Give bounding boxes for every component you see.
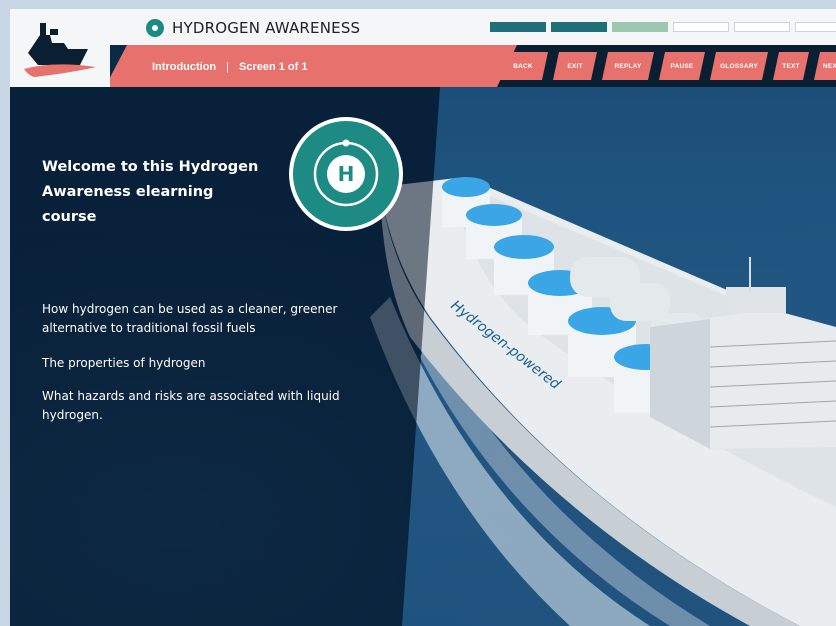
replay-button[interactable]: REPLAY [602, 52, 654, 80]
progress-segment [490, 22, 546, 32]
glossary-button[interactable]: GLOSSARY [710, 52, 768, 80]
pause-button[interactable]: PAUSE [659, 52, 705, 80]
progress-segment [734, 22, 790, 32]
course-dot-icon [146, 19, 164, 37]
text-button[interactable]: TEXT [773, 52, 809, 80]
breadcrumb-separator: | [226, 61, 230, 73]
hydrogen-atom-icon: H [289, 117, 403, 231]
breadcrumb-section: Introduction [152, 61, 217, 73]
progress-segment [795, 22, 836, 32]
progress-segment [612, 22, 668, 32]
exit-button[interactable]: EXIT [553, 52, 597, 80]
logo [10, 9, 110, 87]
badge-letter: H [338, 162, 355, 186]
progress-segment [551, 22, 607, 32]
course-title: HYDROGEN AWARENESS [172, 19, 361, 37]
app-frame: Hydrogen-powered Welcome to this Hydroge… [10, 9, 836, 626]
progress-indicator [490, 22, 836, 32]
ship-logo-icon [24, 23, 96, 77]
progress-segment [673, 22, 729, 32]
bullet-item: The properties of hydrogen [42, 356, 206, 370]
bullet-item: What hazards and risks are associated wi… [42, 389, 340, 422]
breadcrumb: Introduction | Screen 1 of 1 [152, 61, 308, 73]
back-button[interactable]: BACK [498, 52, 548, 80]
breadcrumb-screen: Screen 1 of 1 [239, 61, 308, 73]
bullet-item: How hydrogen can be used as a cleaner, g… [42, 302, 338, 335]
welcome-heading: Welcome to this Hydrogen Awareness elear… [42, 159, 259, 225]
